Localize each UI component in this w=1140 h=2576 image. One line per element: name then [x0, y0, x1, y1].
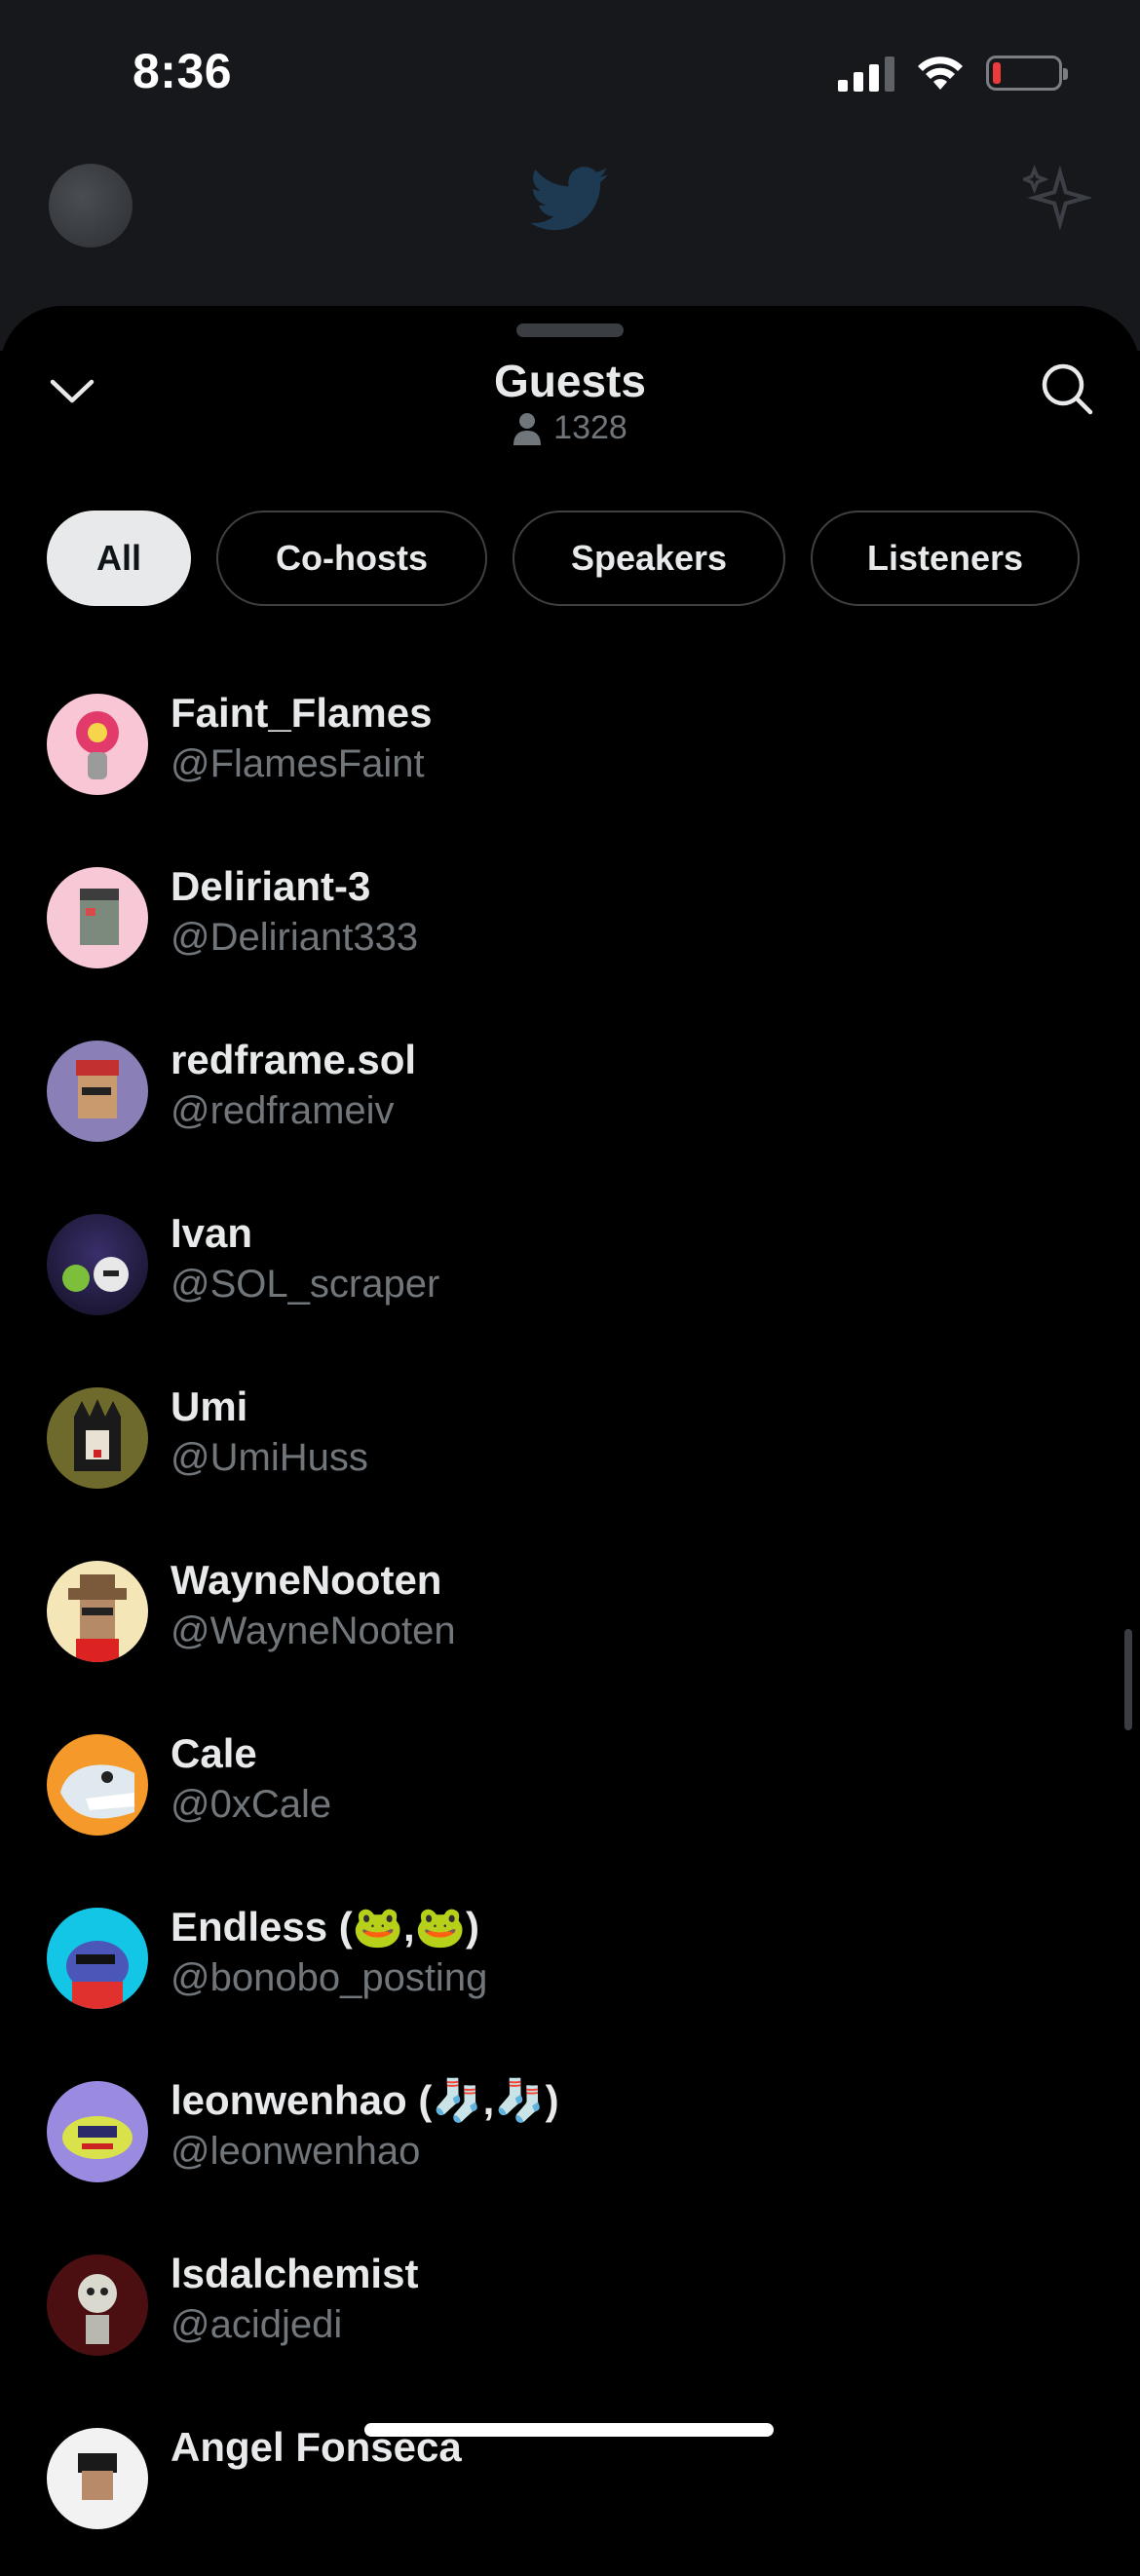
status-icons: [838, 55, 1068, 92]
guest-handle: @bonobo_posting: [171, 1956, 488, 1999]
guests-sheet: Guests 1328 All Co-hosts Speakers Listen…: [0, 306, 1140, 2529]
avatar: [47, 867, 148, 968]
scroll-indicator[interactable]: [1124, 1629, 1132, 1730]
guest-handle: @Deliriant333: [171, 916, 419, 959]
wifi-icon: [918, 57, 963, 90]
avatar: [47, 2428, 148, 2529]
guest-handle: @FlamesFaint: [171, 742, 425, 785]
listener-count-value: 1328: [553, 409, 627, 446]
guest-handle: @leonwenhao: [171, 2130, 421, 2173]
listener-count: 1328: [0, 409, 1140, 447]
guest-row[interactable]: WayneNooten @WayneNooten: [0, 1535, 1140, 1709]
guest-handle: @acidjedi: [171, 2303, 343, 2346]
status-bar: 8:36: [0, 0, 1140, 136]
guest-row[interactable]: Umi @UmiHuss: [0, 1362, 1140, 1535]
person-icon: [513, 412, 542, 445]
search-icon: [1042, 363, 1093, 415]
dimmed-app-header: [0, 146, 1140, 253]
guest-name: WayneNooten: [171, 1557, 442, 1603]
guest-row[interactable]: Endless (🐸,🐸) @bonobo_posting: [0, 1882, 1140, 2056]
guest-name: lsdalchemist: [171, 2251, 419, 2296]
home-indicator[interactable]: [364, 2423, 774, 2437]
filter-tabs: All Co-hosts Speakers Listeners: [47, 511, 1080, 606]
avatar: [47, 1561, 148, 1662]
avatar: [47, 2081, 148, 2182]
guest-row[interactable]: Faint_Flames @FlamesFaint: [0, 668, 1140, 842]
guest-handle: @WayneNooten: [171, 1610, 456, 1652]
guest-name: Endless (🐸,🐸): [171, 1904, 479, 1950]
guest-name: Ivan: [171, 1210, 253, 1256]
battery-icon: [986, 56, 1068, 91]
avatar: [47, 2254, 148, 2356]
avatar: [47, 1387, 148, 1489]
avatar: [47, 1214, 148, 1315]
guest-row[interactable]: Ivan @SOL_scraper: [0, 1189, 1140, 1362]
guest-name: Cale: [171, 1730, 257, 1776]
guest-row[interactable]: Cale @0xCale: [0, 1709, 1140, 1882]
guest-handle: @UmiHuss: [171, 1436, 368, 1479]
avatar: [47, 1734, 148, 1836]
guest-handle: @0xCale: [171, 1783, 332, 1826]
sheet-grabber-handle[interactable]: [516, 323, 624, 337]
sheet-title: Guests: [494, 356, 646, 406]
guest-name: leonwenhao (🧦,🧦): [171, 2077, 559, 2123]
avatar: [47, 1041, 148, 1142]
cellular-signal-icon: [838, 55, 894, 92]
guest-handle: @SOL_scraper: [171, 1263, 440, 1306]
guest-row[interactable]: Deliriant-3 @Deliriant333: [0, 842, 1140, 1015]
sparkle-icon: [1023, 165, 1091, 231]
tab-co-hosts[interactable]: Co-hosts: [216, 511, 487, 606]
twitter-bird-icon: [530, 167, 609, 231]
guest-name: redframe.sol: [171, 1037, 417, 1082]
guest-name: Umi: [171, 1383, 248, 1429]
tab-all[interactable]: All: [47, 511, 191, 606]
tab-listeners[interactable]: Listeners: [811, 511, 1080, 606]
avatar: [47, 1908, 148, 2009]
guest-name: Faint_Flames: [171, 690, 433, 736]
guest-name: Deliriant-3: [171, 863, 371, 909]
guest-row[interactable]: leonwenhao (🧦,🧦) @leonwenhao: [0, 2056, 1140, 2229]
guest-row[interactable]: lsdalchemist @acidjedi: [0, 2229, 1140, 2403]
guest-row[interactable]: redframe.sol @redframeiv: [0, 1015, 1140, 1189]
status-time: 8:36: [133, 44, 233, 98]
search-button[interactable]: [1033, 355, 1101, 423]
avatar: [47, 694, 148, 795]
tab-speakers[interactable]: Speakers: [513, 511, 785, 606]
guest-handle: @redframeiv: [171, 1089, 395, 1132]
dimmed-profile-avatar: [49, 164, 133, 247]
